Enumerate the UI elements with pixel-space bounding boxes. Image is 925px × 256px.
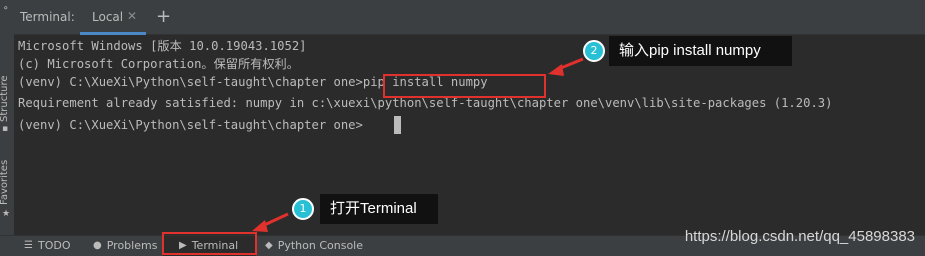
problems-label: Problems (106, 239, 158, 252)
step-2-callout: 输入pip install numpy (609, 36, 792, 66)
watermark: https://blog.csdn.net/qq_45898383 (684, 228, 915, 245)
python-icon: ◆ (265, 240, 273, 251)
problems-tool-tab[interactable]: ● Problems (93, 236, 157, 256)
list-icon: ☰ (24, 240, 33, 251)
warning-icon: ● (93, 240, 102, 251)
todo-label: TODO (37, 239, 71, 252)
todo-tool-tab[interactable]: ☰ TODO (24, 236, 70, 256)
step-1-callout: 打开Terminal (320, 194, 438, 224)
step-1-badge: 1 (292, 198, 314, 220)
python-console-tool-tab[interactable]: ◆ Python Console (265, 236, 363, 256)
arrow-2-head (548, 64, 564, 76)
arrow-1-head (252, 220, 268, 232)
terminal-tab-highlight-box (162, 232, 257, 255)
python-console-label: Python Console (277, 239, 363, 252)
step-2-badge: 2 (583, 40, 605, 62)
